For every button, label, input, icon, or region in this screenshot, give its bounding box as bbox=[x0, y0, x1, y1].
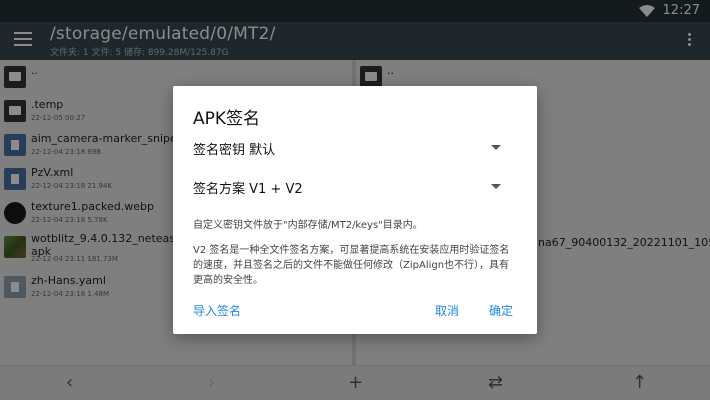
signing-key-label: 签名密钥 默认 bbox=[193, 143, 276, 158]
ok-button[interactable]: 确定 bbox=[489, 302, 513, 319]
keys-hint: 自定义密钥文件放于"内部存储/MT2/keys"目录内。 bbox=[193, 220, 423, 231]
signing-scheme-select[interactable]: 签名方案 V1 + V2 bbox=[193, 175, 517, 199]
dropdown-arrow-icon bbox=[491, 145, 501, 150]
signing-key-select[interactable]: 签名密钥 默认 bbox=[193, 136, 517, 160]
cancel-button[interactable]: 取消 bbox=[435, 302, 459, 319]
v2-description: V2 签名是一种全文件签名方案，可显著提高系统在安装应用时验证签名的速度，并且签… bbox=[193, 245, 510, 286]
dialog-title: APK签名 bbox=[193, 109, 261, 129]
dropdown-arrow-icon bbox=[491, 184, 501, 189]
apk-sign-dialog: APK签名 签名密钥 默认 签名方案 V1 + V2 自定义密钥文件放于"内部存… bbox=[173, 86, 537, 334]
import-signature-button[interactable]: 导入签名 bbox=[193, 302, 241, 319]
signing-scheme-label: 签名方案 V1 + V2 bbox=[193, 182, 303, 197]
